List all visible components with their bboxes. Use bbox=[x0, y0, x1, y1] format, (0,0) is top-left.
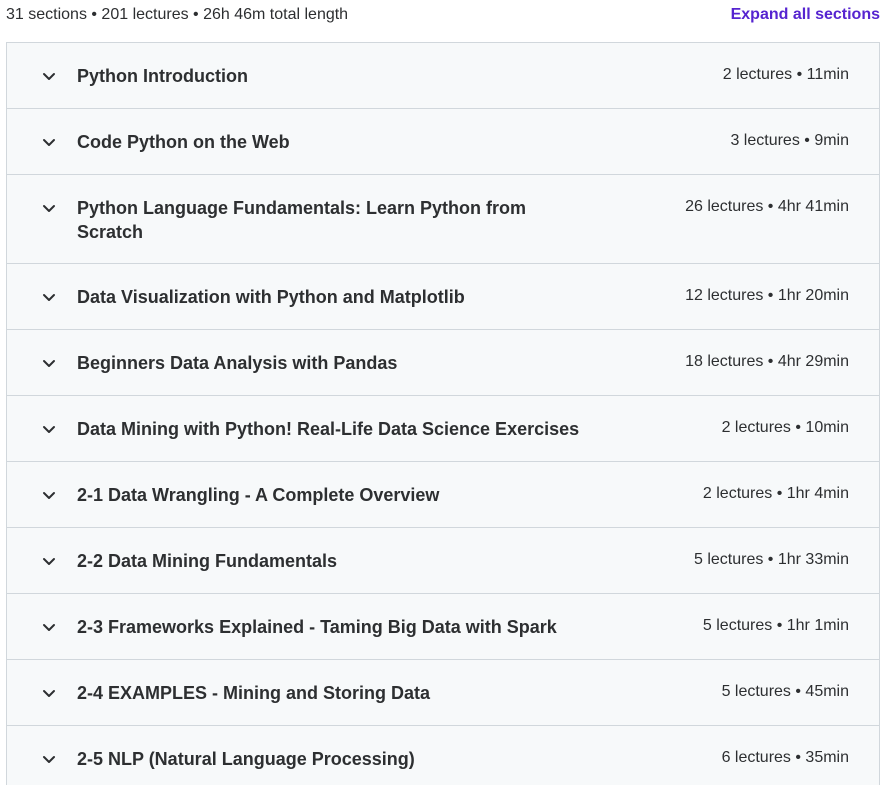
section-row[interactable]: 2-2 Data Mining Fundamentals 5 lectures … bbox=[7, 528, 879, 594]
chevron-down-icon bbox=[41, 619, 57, 635]
section-meta: 2 lectures • 1hr 4min bbox=[702, 485, 849, 502]
section-title: 2-4 EXAMPLES - Mining and Storing Data bbox=[77, 683, 431, 703]
chevron-down-icon bbox=[41, 487, 57, 503]
chevron-down-icon bbox=[41, 289, 57, 305]
curriculum-header: 31 sections • 201 lectures • 26h 46m tot… bbox=[0, 0, 884, 34]
section-row[interactable]: Beginners Data Analysis with Pandas 18 l… bbox=[7, 330, 879, 396]
section-meta: 12 lectures • 1hr 20min bbox=[685, 287, 849, 304]
section-title: Code Python on the Web bbox=[77, 132, 290, 152]
section-meta: 5 lectures • 1hr 1min bbox=[702, 617, 849, 634]
section-row[interactable]: Python Language Fundamentals: Learn Pyth… bbox=[7, 175, 879, 264]
section-row[interactable]: 2-3 Frameworks Explained - Taming Big Da… bbox=[7, 594, 879, 660]
expand-all-sections-button[interactable]: Expand all sections bbox=[731, 6, 880, 24]
section-title: Data Mining with Python! Real-Life Data … bbox=[77, 419, 580, 439]
section-row[interactable]: 2-5 NLP (Natural Language Processing) 6 … bbox=[7, 726, 879, 785]
chevron-down-icon bbox=[41, 200, 57, 216]
section-meta: 2 lectures • 10min bbox=[721, 419, 849, 436]
section-title: Beginners Data Analysis with Pandas bbox=[77, 353, 398, 373]
course-summary: 31 sections • 201 lectures • 26h 46m tot… bbox=[6, 6, 349, 23]
section-meta: 5 lectures • 1hr 33min bbox=[693, 551, 849, 568]
section-title: 2-5 NLP (Natural Language Processing) bbox=[77, 749, 415, 769]
chevron-down-icon bbox=[41, 68, 57, 84]
section-meta: 18 lectures • 4hr 29min bbox=[685, 353, 849, 370]
chevron-down-icon bbox=[41, 685, 57, 701]
section-title: Data Visualization with Python and Matpl… bbox=[77, 287, 465, 307]
chevron-down-icon bbox=[41, 134, 57, 150]
section-row[interactable]: Code Python on the Web 3 lectures • 9min bbox=[7, 109, 879, 175]
section-row[interactable]: Python Introduction 2 lectures • 11min bbox=[7, 43, 879, 109]
section-row[interactable]: Data Mining with Python! Real-Life Data … bbox=[7, 396, 879, 462]
section-list: Python Introduction 2 lectures • 11min C… bbox=[6, 42, 880, 785]
section-meta: 5 lectures • 45min bbox=[721, 683, 849, 700]
chevron-down-icon bbox=[41, 751, 57, 767]
section-meta: 3 lectures • 9min bbox=[730, 132, 849, 149]
section-title: Python Introduction bbox=[77, 66, 248, 86]
section-title: 2-2 Data Mining Fundamentals bbox=[77, 551, 338, 571]
section-meta: 26 lectures • 4hr 41min bbox=[685, 198, 849, 215]
section-row[interactable]: 2-4 EXAMPLES - Mining and Storing Data 5… bbox=[7, 660, 879, 726]
chevron-down-icon bbox=[41, 355, 57, 371]
chevron-down-icon bbox=[41, 553, 57, 569]
section-row[interactable]: 2-1 Data Wrangling - A Complete Overview… bbox=[7, 462, 879, 528]
chevron-down-icon bbox=[41, 421, 57, 437]
section-title: Python Language Fundamentals: Learn Pyth… bbox=[77, 198, 527, 242]
section-meta: 6 lectures • 35min bbox=[721, 749, 849, 766]
section-row[interactable]: Data Visualization with Python and Matpl… bbox=[7, 264, 879, 330]
section-title: 2-1 Data Wrangling - A Complete Overview bbox=[77, 485, 440, 505]
section-meta: 2 lectures • 11min bbox=[722, 66, 849, 83]
section-title: 2-3 Frameworks Explained - Taming Big Da… bbox=[77, 617, 557, 637]
